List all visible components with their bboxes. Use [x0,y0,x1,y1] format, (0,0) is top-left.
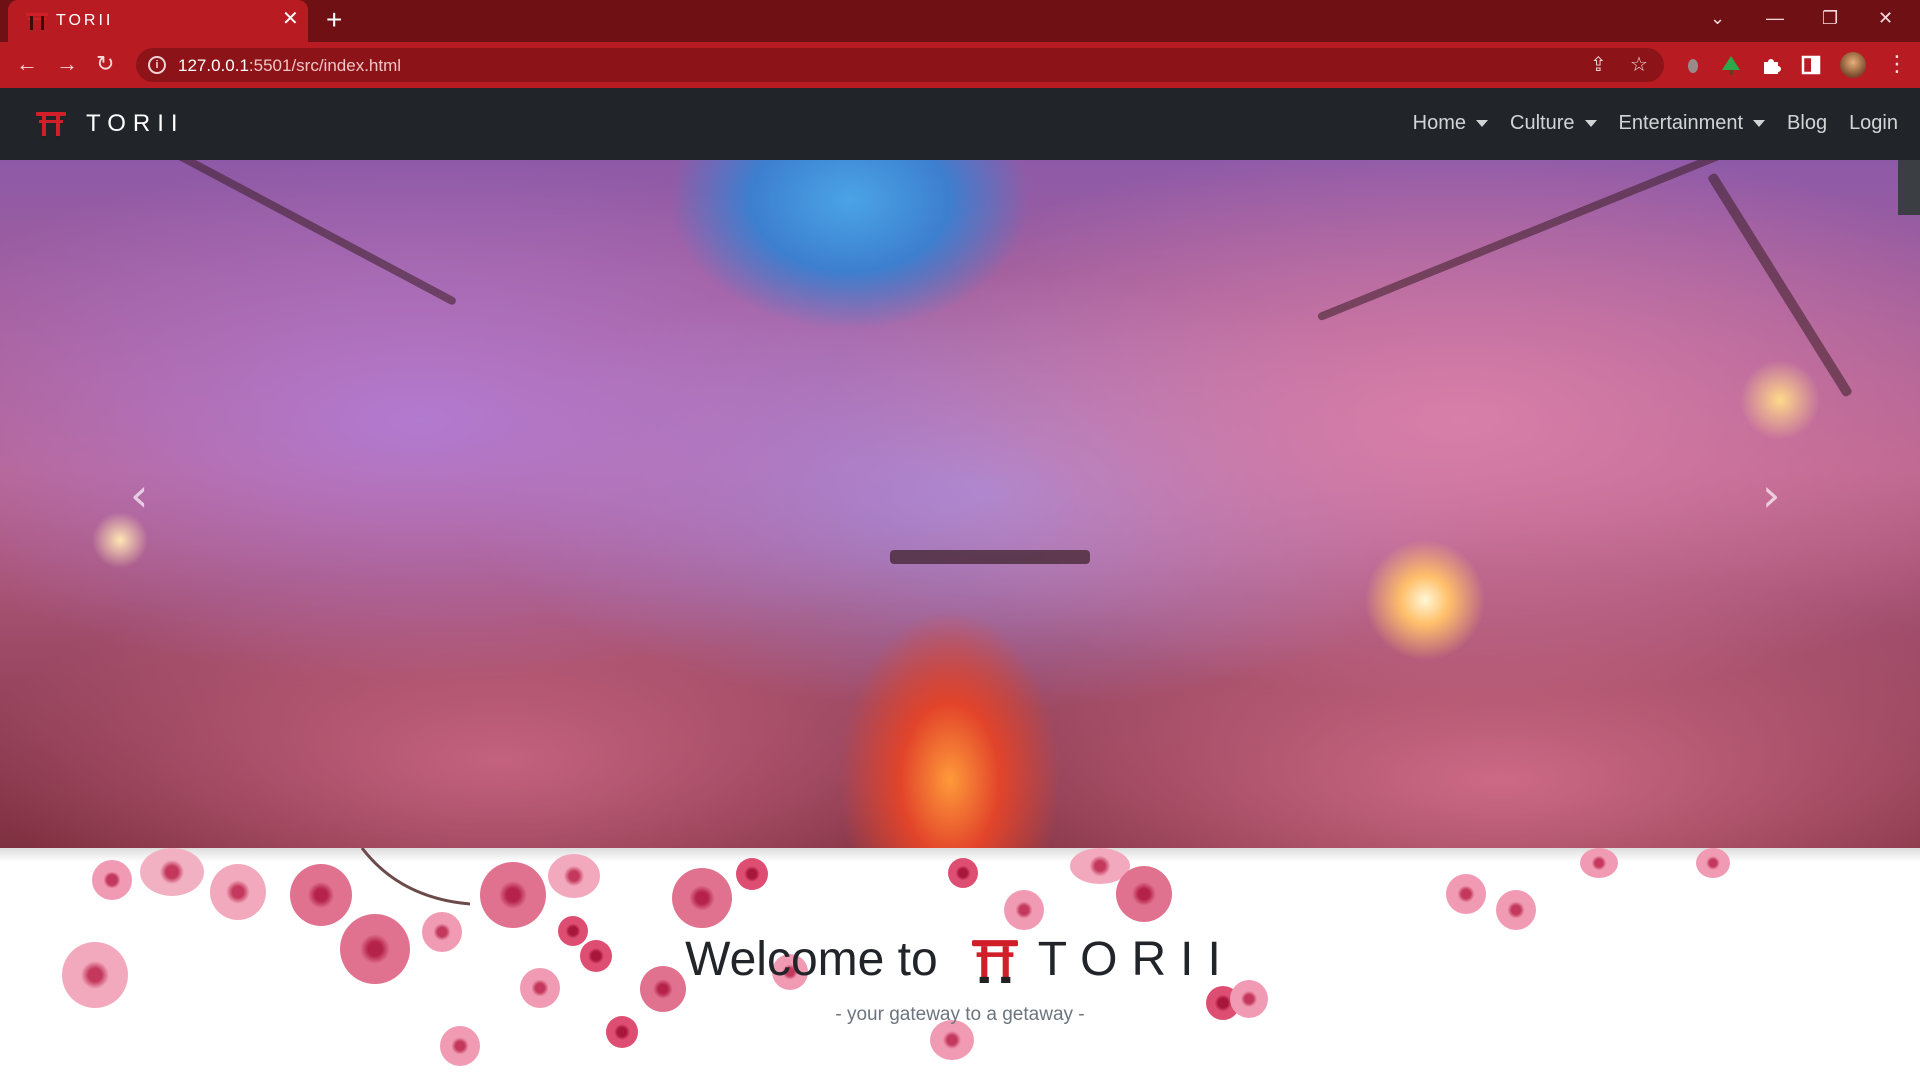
nav-home[interactable]: Home [1413,112,1489,135]
tab-title: TORII [56,12,114,29]
blossom-shape [1496,890,1536,930]
nav-entertainment[interactable]: Entertainment [1619,112,1766,135]
blossom-shape [1004,890,1044,930]
blossom-shape [930,1020,974,1060]
side-panel-icon[interactable] [1800,54,1822,76]
torii-gate-icon[interactable] [36,110,66,140]
extension-tree-icon[interactable] [1720,54,1742,76]
tagline: - your gateway to a getaway - [835,1004,1085,1025]
nav-menu: Home Culture Entertainment Blog Login [1413,112,1898,135]
browser-tab[interactable]: TORII ✕ [8,0,308,42]
nav-culture[interactable]: Culture [1510,112,1597,135]
blossom-shape [548,854,600,898]
caret-down-icon [1584,120,1597,127]
share-icon[interactable]: ⇪ [1590,54,1607,76]
welcome-heading: Welcome to TORII [0,932,1920,987]
tab-search-icon[interactable]: ⌄ [1710,8,1725,28]
blossom-shape [1446,874,1486,914]
close-window-icon[interactable]: ✕ [1878,8,1893,28]
site-info-icon[interactable]: i [148,56,166,74]
welcome-text: Welcome to [685,933,938,986]
blossom-shape [440,1026,480,1066]
branch-twig [360,848,471,906]
profile-avatar[interactable] [1840,52,1866,78]
blossom-shape [672,868,732,928]
back-icon[interactable]: ← [16,52,38,76]
extension-dot-icon[interactable] [1682,54,1704,76]
browser-toolbar: ← → ↻ i 127.0.0.1:5501/src/index.html ⇪ … [0,42,1920,88]
welcome-brand: TORII [1037,933,1235,986]
torii-gate-icon [26,13,48,30]
minimize-icon[interactable]: — [1766,8,1784,28]
bookmark-star-icon[interactable]: ☆ [1630,54,1648,76]
brand-name[interactable]: TORII [86,110,185,138]
caret-down-icon [1753,120,1766,127]
caret-down-icon [1476,120,1489,127]
bridge-shape [890,550,1090,564]
torii-gate-icon [971,939,1018,983]
restore-icon[interactable]: ❐ [1822,8,1838,28]
browser-menu-icon[interactable]: ⋮ [1886,52,1908,76]
blossom-shape [290,864,352,926]
branch-shape [82,160,458,307]
blossom-shape [1580,848,1618,878]
chevron-right-icon[interactable]: › [1762,470,1780,520]
chevron-left-icon[interactable]: ‹ [130,470,148,520]
site-navbar: TORII Home Culture Entertainment Blog Lo… [0,88,1920,160]
reload-icon[interactable]: ↻ [96,52,114,76]
blossom-shape [1116,866,1172,922]
blossom-shape [210,864,266,920]
forward-icon[interactable]: → [56,52,78,76]
close-tab-icon[interactable]: ✕ [282,9,299,29]
new-tab-icon[interactable]: + [326,6,342,34]
blossom-shape [480,862,546,928]
address-bar[interactable]: i 127.0.0.1:5501/src/index.html ⇪ ☆ [136,48,1664,82]
blossom-shape [140,848,204,896]
nav-blog[interactable]: Blog [1787,112,1827,135]
browser-tab-strip: TORII ✕ + ⌄ — ❐ ✕ [0,0,1920,42]
blossom-shape [92,860,132,900]
branch-shape [1706,172,1854,398]
nav-login[interactable]: Login [1849,112,1898,135]
extensions-puzzle-icon[interactable] [1760,54,1782,76]
blossom-shape [948,858,978,888]
blossom-shape [1696,848,1730,878]
hero-carousel: ‹ › [0,160,1920,848]
page-scrollbar-thumb[interactable] [1898,160,1920,215]
blossom-shape [736,858,768,890]
url-text: 127.0.0.1:5501/src/index.html [178,56,402,75]
welcome-section: Welcome to TORII - your gateway to a get… [0,848,1920,1080]
